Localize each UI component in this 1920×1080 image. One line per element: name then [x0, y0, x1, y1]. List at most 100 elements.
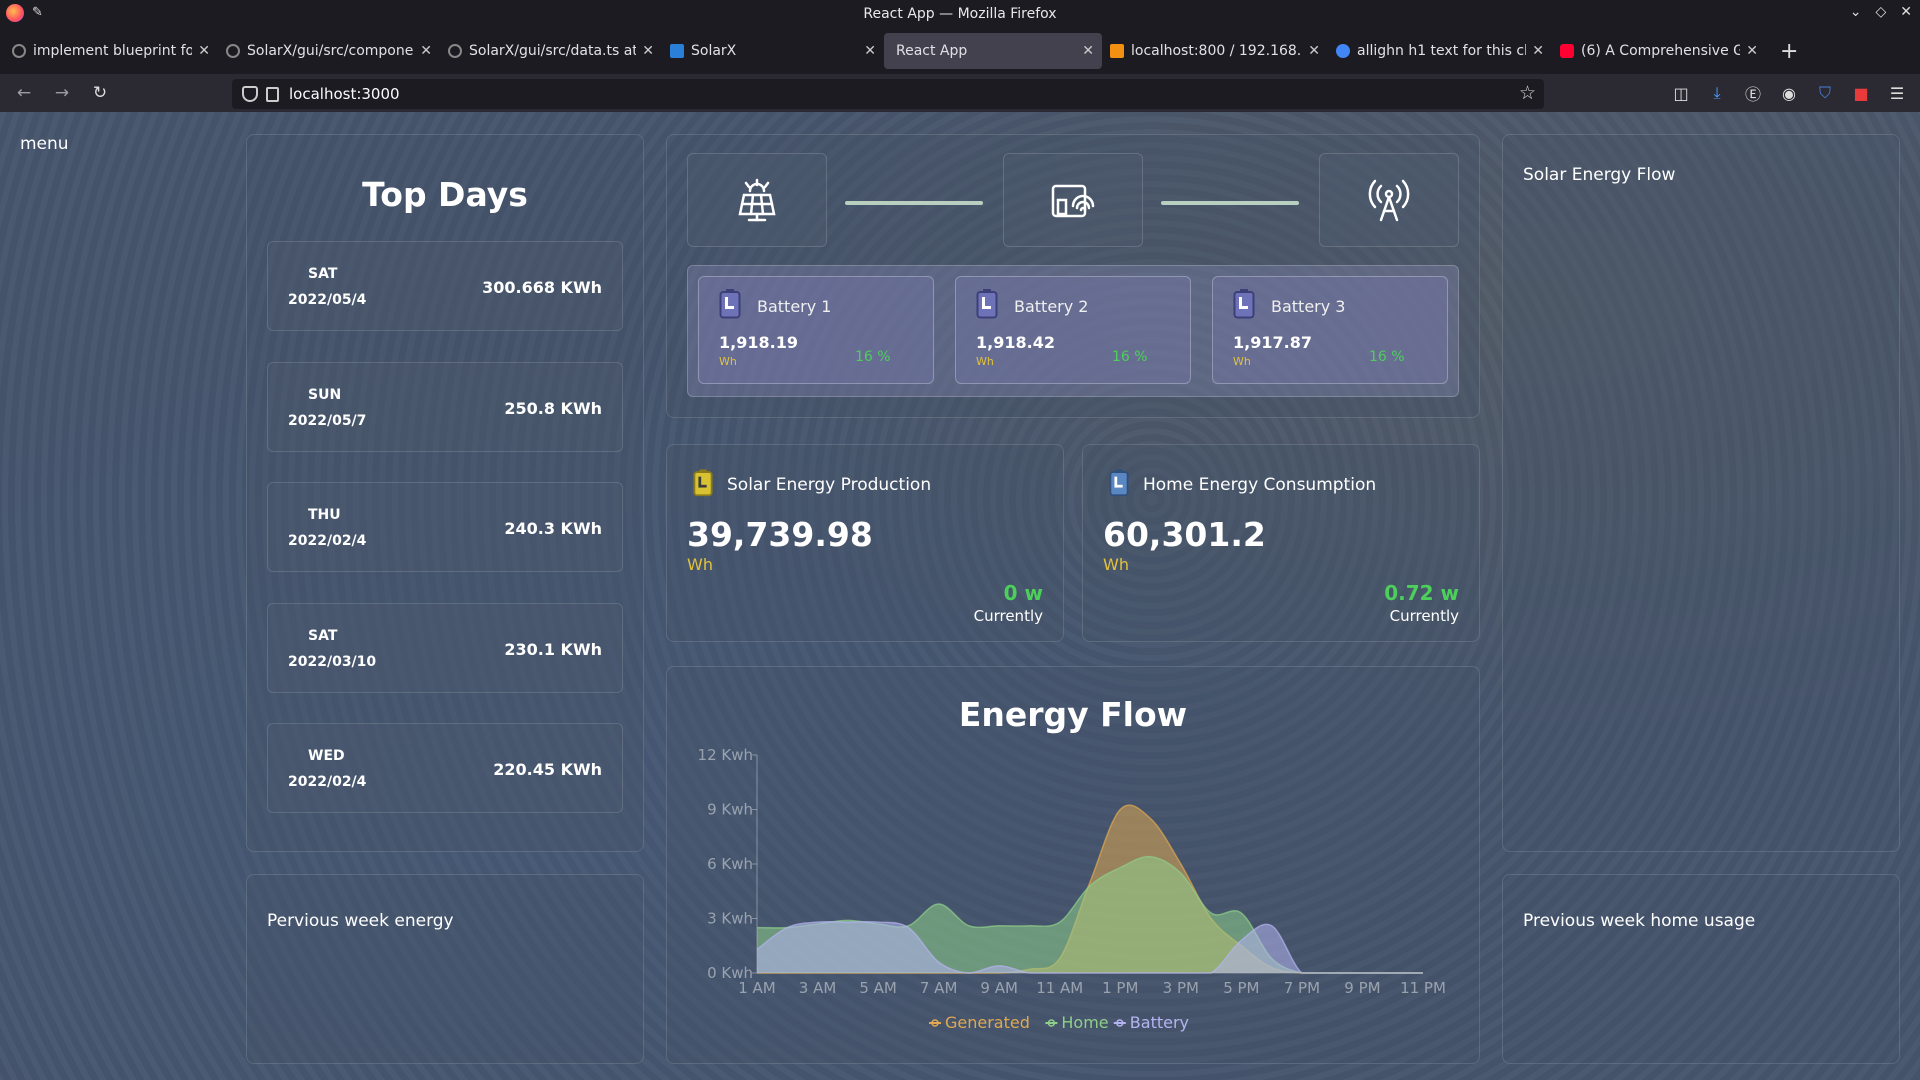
tab-2[interactable]: SolarX/gui/src/component ✕: [218, 33, 440, 69]
solar-panel-icon: [738, 178, 776, 222]
battery-legend-label: Battery: [1130, 1013, 1189, 1032]
x-tick-label: 11 AM: [1036, 979, 1083, 997]
day-date: 2022/03/10: [288, 654, 377, 670]
y-tick-label: 3 Kwh: [707, 910, 753, 928]
day-value: 220.45 KWh: [493, 760, 602, 779]
x-tick-label: 1 AM: [738, 979, 776, 997]
close-tab-icon[interactable]: ✕: [1746, 43, 1758, 59]
pin-icon[interactable]: ✎: [32, 5, 43, 20]
tab-7[interactable]: allighn h1 text for this clas ✕: [1328, 33, 1552, 69]
reload-icon[interactable]: ↻: [82, 83, 118, 103]
y-tick-label: 12 Kwh: [698, 746, 753, 764]
tracking-shield-icon[interactable]: [242, 86, 258, 102]
extension-mask-icon[interactable]: ◉: [1780, 84, 1798, 103]
x-tick-label: 7 PM: [1284, 979, 1320, 997]
previous-week-energy-title: Pervious week energy: [267, 911, 454, 931]
close-tab-icon[interactable]: ✕: [1308, 43, 1320, 59]
downloads-icon[interactable]: ⤓: [1708, 83, 1726, 102]
menu-button[interactable]: menu: [20, 134, 69, 154]
tab-6[interactable]: localhost:800 / 192.168.1.7✕: [1102, 33, 1328, 69]
x-tick-label: 9 AM: [980, 979, 1018, 997]
battery-percent: 16 %: [1369, 349, 1405, 365]
x-tick-label: 1 PM: [1102, 979, 1138, 997]
antenna-tower-icon: [1368, 179, 1410, 222]
close-tab-icon[interactable]: ✕: [642, 43, 654, 59]
day-value: 300.668 KWh: [482, 278, 602, 297]
battery-card[interactable]: Battery 2 1,918.42 Wh 16 %: [955, 276, 1191, 384]
consumption-current: 0.72 w: [1384, 581, 1459, 605]
close-tab-icon[interactable]: ✕: [1532, 43, 1544, 59]
top-day-card: SUN 2022/05/7 250.8 KWh: [267, 362, 623, 452]
bookmark-star-icon[interactable]: ☆: [1519, 82, 1536, 104]
window-title: React App — Mozilla Firefox: [863, 6, 1057, 22]
battery-name: Battery 3: [1271, 297, 1346, 316]
page-info-icon[interactable]: [266, 86, 279, 102]
tab-4[interactable]: SolarX ✕: [662, 33, 884, 69]
forward-icon[interactable]: →: [44, 83, 80, 103]
app-menu-icon[interactable]: ☰: [1888, 84, 1906, 103]
production-title: Solar Energy Production: [727, 475, 932, 495]
top-days-title: Top Days: [362, 175, 528, 214]
youtube-icon: [1560, 44, 1574, 58]
tab-8[interactable]: (6) A Comprehensive Guide✕: [1552, 33, 1766, 69]
inverter-node[interactable]: [1003, 153, 1143, 247]
day-value: 230.1 KWh: [504, 640, 602, 659]
day-weekday: SAT: [308, 266, 338, 282]
bitwarden-icon[interactable]: ⛉: [1816, 83, 1834, 102]
lock-extension-icon[interactable]: ■: [1852, 84, 1870, 103]
solar-energy-flow-title: Solar Energy Flow: [1523, 165, 1676, 185]
previous-week-home-panel: Previous week home usage: [1502, 874, 1900, 1064]
day-date: 2022/05/7: [288, 413, 367, 429]
tab-strip: implement blueprint for to✕ SolarX/gui/s…: [0, 28, 1920, 74]
production-current: 0 w: [1003, 581, 1043, 605]
inverter-icon: [1051, 184, 1095, 218]
url-bar[interactable]: localhost:3000 ☆: [232, 79, 1544, 109]
maximize-icon[interactable]: ◇: [1875, 4, 1886, 20]
top-day-card: THU 2022/02/4 240.3 KWh: [267, 482, 623, 572]
battery-value: 1,917.87: [1233, 333, 1312, 352]
back-icon[interactable]: ←: [6, 83, 42, 103]
previous-week-home-title: Previous week home usage: [1523, 911, 1756, 931]
battery-icon: [719, 289, 741, 319]
grid-node[interactable]: [1319, 153, 1459, 247]
home-legend-label: Home: [1061, 1013, 1108, 1032]
consumption-value: 60,301.2: [1103, 515, 1266, 554]
day-date: 2022/02/4: [288, 774, 367, 790]
github-icon: [12, 44, 26, 58]
minimize-icon[interactable]: ⌄: [1850, 4, 1862, 20]
consumption-unit: Wh: [1103, 555, 1129, 574]
firefox-logo-icon: [6, 4, 24, 22]
close-tab-icon[interactable]: ✕: [864, 43, 876, 59]
phpmyadmin-icon: [1110, 44, 1124, 58]
energy-flow-chart-panel: Energy Flow 0 Kwh 3 Kwh 6 Kwh 9 Kwh 12 Kwh 1 …: [666, 666, 1480, 1064]
day-weekday: THU: [308, 507, 341, 523]
solar-panel-node[interactable]: [687, 153, 827, 247]
top-days-panel: Top Days SAT 2022/05/4 300.668 KWh SUN 2…: [246, 134, 644, 852]
close-tab-icon[interactable]: ✕: [198, 43, 210, 59]
extension-e-icon[interactable]: Ⓔ: [1744, 84, 1762, 104]
solarx-favicon-icon: [670, 44, 684, 58]
day-weekday: SUN: [308, 387, 342, 403]
new-tab-button[interactable]: +: [1780, 39, 1798, 64]
production-current-label: Currently: [973, 607, 1043, 625]
battery-yellow-icon: [693, 469, 713, 497]
home-consumption-card: Home Energy Consumption 60,301.2 Wh 0.72…: [1082, 444, 1480, 642]
battery-value: 1,918.42: [976, 333, 1055, 352]
tab-3[interactable]: SolarX/gui/src/data.ts at g ✕: [440, 33, 662, 69]
github-icon: [226, 44, 240, 58]
pocket-icon[interactable]: ◫: [1672, 84, 1690, 103]
battery-unit: Wh: [719, 355, 737, 368]
production-unit: Wh: [687, 555, 713, 574]
close-tab-icon[interactable]: ✕: [1082, 43, 1094, 59]
close-window-icon[interactable]: ✕: [1900, 4, 1912, 20]
google-icon: [1336, 44, 1350, 58]
close-tab-icon[interactable]: ✕: [420, 43, 432, 59]
tab-1[interactable]: implement blueprint for to✕: [4, 33, 218, 69]
window-titlebar: ✎ React App — Mozilla Firefox ⌄ ◇ ✕: [0, 0, 1920, 28]
tab-5-active[interactable]: React App ✕: [884, 33, 1102, 69]
battery-card[interactable]: Battery 3 1,917.87 Wh 16 %: [1212, 276, 1448, 384]
battery-card[interactable]: Battery 1 1,918.19 Wh 16 %: [698, 276, 934, 384]
day-weekday: SAT: [308, 628, 338, 644]
url-text[interactable]: localhost:3000: [289, 85, 400, 103]
solar-production-card: Solar Energy Production 39,739.98 Wh 0 w…: [666, 444, 1064, 642]
